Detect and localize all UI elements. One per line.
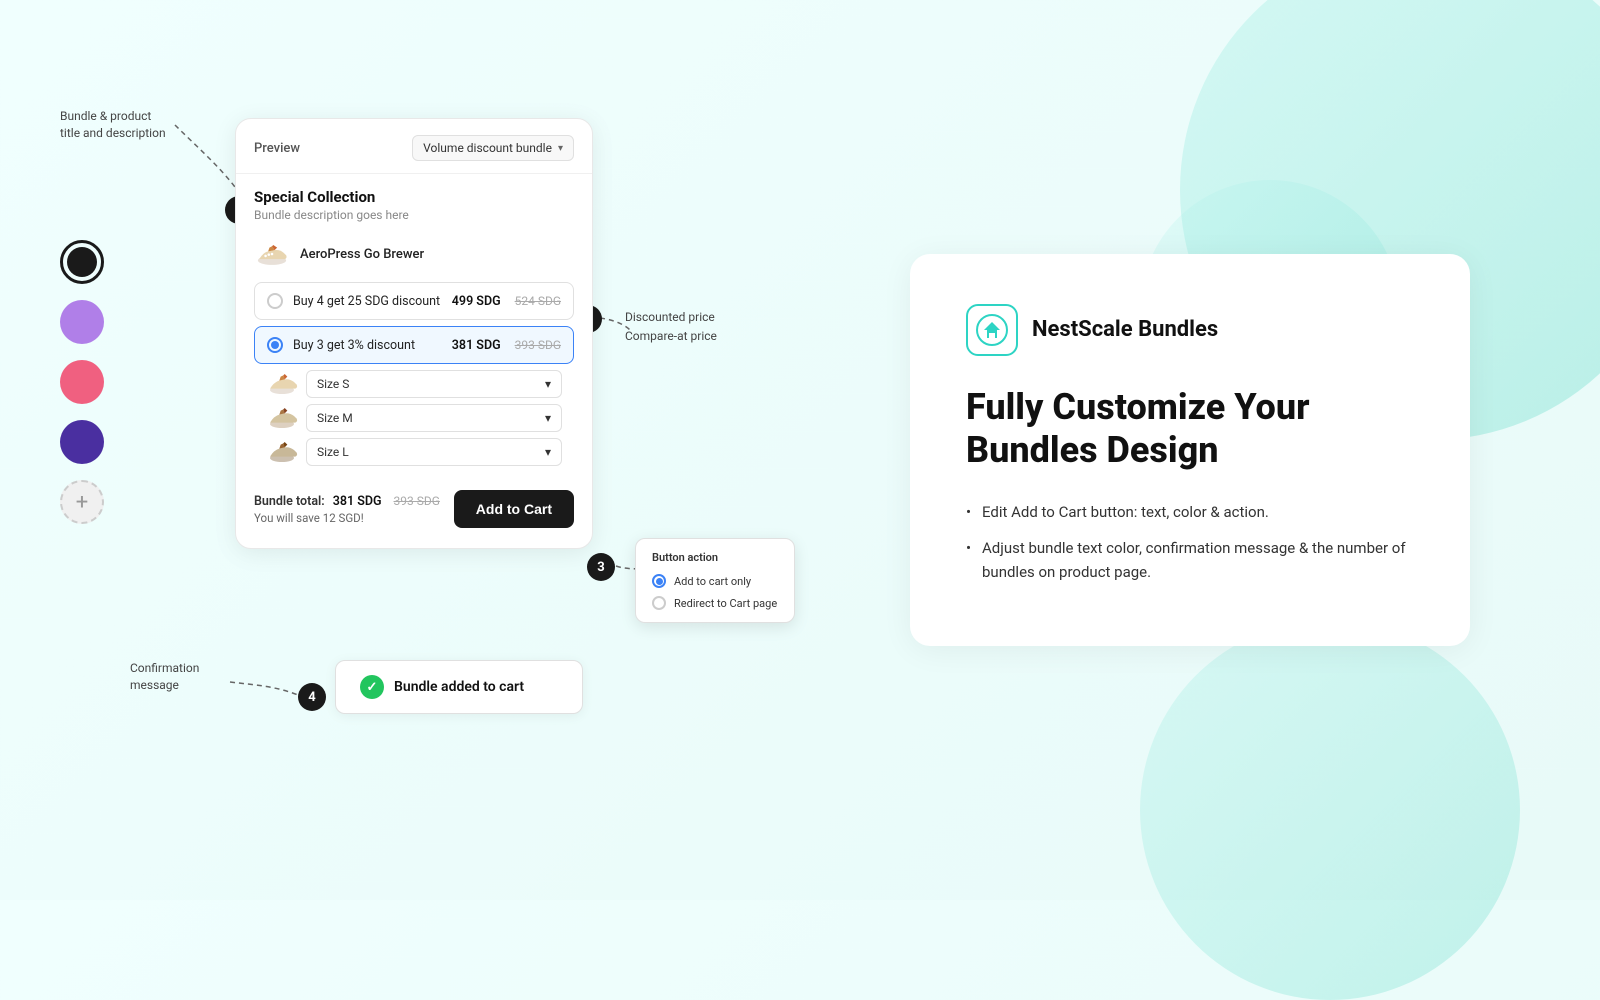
annotation-confirmation: Confirmation message: [130, 660, 199, 694]
info-bullet-2: Adjust bundle text color, confirmation m…: [966, 536, 1414, 584]
swatch-black[interactable]: [60, 240, 104, 284]
info-card: NestScale Bundles Fully Customize Your B…: [910, 254, 1470, 646]
chevron-down-icon: ▾: [545, 377, 551, 391]
confirmation-message: ✓ Bundle added to cart: [335, 660, 583, 714]
discount-option-1[interactable]: Buy 4 get 25 SDG discount 499 SDG 524 SD…: [254, 282, 574, 320]
chevron-down-icon: ▾: [545, 411, 551, 425]
confirmation-text: Bundle added to cart: [394, 679, 524, 695]
bundle-total-row: Bundle total: 381 SDG 393 SDG You will s…: [236, 476, 592, 528]
product-row: AeroPress Go Brewer: [236, 232, 592, 276]
swatch-add[interactable]: +: [60, 480, 104, 524]
preview-card: Preview Volume discount bundle ▾ Special…: [235, 118, 593, 549]
option2-original: 393 SDG: [515, 338, 561, 352]
product-name: AeroPress Go Brewer: [300, 247, 424, 262]
step-3-circle: 3: [587, 553, 615, 581]
size-m-image: [266, 406, 298, 430]
popup-radio-2: [652, 596, 666, 610]
option1-price: 499 SDG: [452, 294, 501, 309]
annotation-price: Discounted price Compare-at price: [625, 308, 717, 346]
chevron-down-icon: ▾: [545, 445, 551, 459]
size-rows: Size S ▾ Size M ▾: [236, 370, 592, 466]
step-4-circle: 4: [298, 683, 326, 711]
right-panel: NestScale Bundles Fully Customize Your B…: [780, 0, 1600, 900]
left-panel: + Bundle & product title and description…: [0, 0, 780, 900]
popup-radio-1: [652, 574, 666, 588]
discount-option-2[interactable]: Buy 3 get 3% discount 381 SDG 393 SDG: [254, 326, 574, 364]
checkmark-icon: ✓: [367, 680, 378, 695]
popup-title: Button action: [652, 551, 778, 564]
chevron-down-icon: ▾: [558, 143, 563, 154]
total-label: Bundle total:: [254, 494, 325, 509]
bundle-info: Special Collection Bundle description go…: [236, 174, 592, 232]
bundle-name: Special Collection: [254, 188, 574, 206]
radio-option1: [267, 293, 283, 309]
swatch-purple-light[interactable]: [60, 300, 104, 344]
popup-label-2: Redirect to Cart page: [674, 597, 777, 610]
option2-price: 381 SDG: [452, 338, 501, 353]
info-list: Edit Add to Cart button: text, color & a…: [966, 500, 1414, 584]
size-row-m: Size M ▾: [266, 404, 562, 432]
radio-option2: [267, 337, 283, 353]
option1-label: Buy 4 get 25 SDG discount: [293, 294, 442, 309]
bundle-desc: Bundle description goes here: [254, 208, 574, 222]
brand-logo-icon: [976, 314, 1008, 346]
popup-label-1: Add to cart only: [674, 575, 751, 588]
popup-option-2[interactable]: Redirect to Cart page: [652, 596, 778, 610]
check-circle-icon: ✓: [360, 675, 384, 699]
bundle-type-select[interactable]: Volume discount bundle ▾: [412, 135, 574, 161]
add-to-cart-button[interactable]: Add to Cart: [454, 490, 574, 528]
size-s-image: [266, 372, 298, 396]
preview-header: Preview Volume discount bundle ▾: [236, 119, 592, 174]
brand-name: NestScale Bundles: [1032, 317, 1218, 342]
preview-label: Preview: [254, 141, 300, 156]
option1-original: 524 SDG: [515, 294, 561, 308]
total-price: 381 SDG: [333, 494, 382, 509]
brand-logo: [966, 304, 1018, 356]
product-image: [254, 240, 290, 268]
popup-option-1[interactable]: Add to cart only: [652, 574, 778, 588]
info-bullet-1: Edit Add to Cart button: text, color & a…: [966, 500, 1414, 524]
info-heading: Fully Customize Your Bundles Design: [966, 386, 1414, 472]
option2-label: Buy 3 get 3% discount: [293, 338, 442, 353]
color-swatches: +: [60, 240, 104, 524]
size-row-l: Size L ▾: [266, 438, 562, 466]
size-row-s: Size S ▾: [266, 370, 562, 398]
size-s-select[interactable]: Size S ▾: [306, 370, 562, 398]
size-m-select[interactable]: Size M ▾: [306, 404, 562, 432]
total-original: 393 SDG: [394, 494, 440, 508]
button-action-popup: Button action Add to cart only Redirect …: [635, 538, 795, 623]
save-text: You will save 12 SGD!: [254, 509, 440, 525]
brand-header: NestScale Bundles: [966, 304, 1414, 356]
swatch-purple-dark[interactable]: [60, 420, 104, 464]
size-l-select[interactable]: Size L ▾: [306, 438, 562, 466]
swatch-pink[interactable]: [60, 360, 104, 404]
annotation-bundle-title: Bundle & product title and description: [60, 108, 166, 142]
size-l-image: [266, 440, 298, 464]
